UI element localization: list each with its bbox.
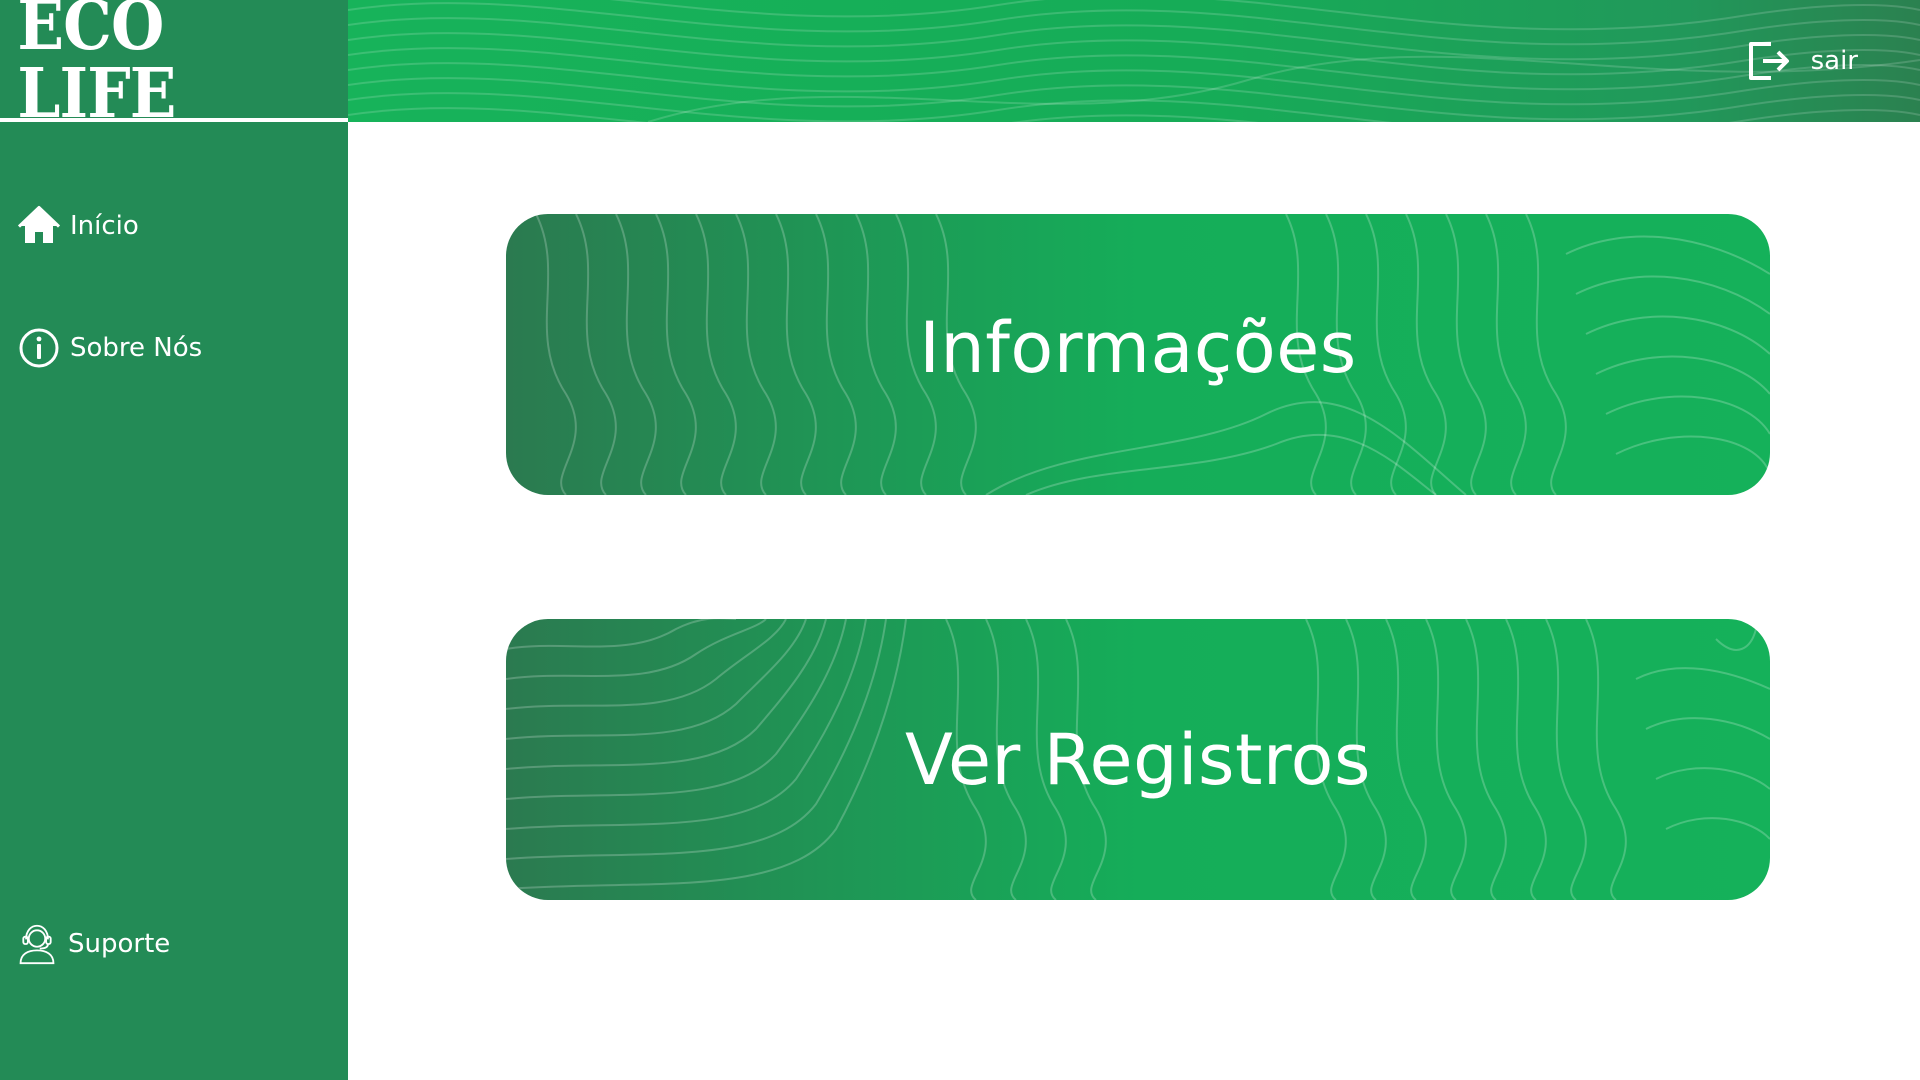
sidebar: ECO LIFE Início Sobre Nós Suporte <box>0 0 348 1080</box>
header-wave-pattern <box>348 0 1920 122</box>
informacoes-button[interactable]: Informações <box>506 214 1770 495</box>
home-icon <box>18 205 60 247</box>
brand-logo[interactable]: ECO LIFE <box>0 0 348 128</box>
ver-registros-button[interactable]: Ver Registros <box>506 619 1770 900</box>
sidebar-item-inicio[interactable]: Início <box>18 205 139 247</box>
logout-label: sair <box>1810 46 1858 76</box>
sidebar-item-suporte[interactable]: Suporte <box>16 923 170 965</box>
sidebar-item-label: Suporte <box>68 929 171 959</box>
ver-registros-label: Ver Registros <box>905 718 1371 801</box>
logout-button[interactable]: sair <box>1743 36 1858 86</box>
informacoes-label: Informações <box>919 306 1357 389</box>
logout-icon <box>1743 36 1793 86</box>
support-headset-icon <box>16 923 58 965</box>
info-icon <box>18 327 60 369</box>
brand-title: ECO LIFE <box>17 0 176 134</box>
top-header: sair <box>348 0 1920 122</box>
sidebar-item-sobre-nos[interactable]: Sobre Nós <box>18 327 202 369</box>
app-root: ECO LIFE Início Sobre Nós Suporte sair I… <box>0 0 1920 1080</box>
sidebar-item-label: Sobre Nós <box>70 333 203 363</box>
sidebar-item-label: Início <box>70 211 139 241</box>
